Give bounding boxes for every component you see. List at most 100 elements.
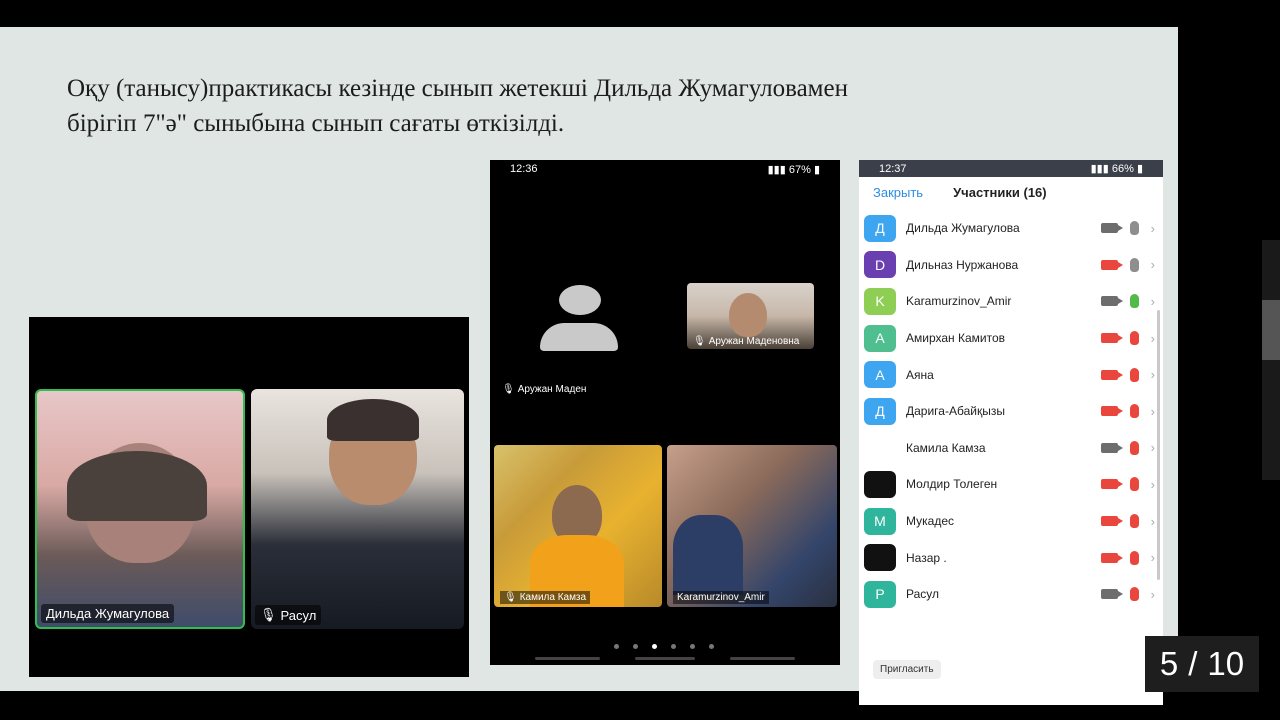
participants-list: Д Дильда Жумагулова › D Дильназ Нуржанова › K K…	[859, 210, 1163, 613]
chevron-right-icon: ›	[1150, 550, 1155, 566]
status-bar: 12:36 ▮▮▮ 67% ▮	[490, 160, 840, 178]
participant-row[interactable]: Р Расул ›	[859, 576, 1163, 613]
slide-heading: Оқу (танысу)практикасы кезінде сынып жет…	[67, 71, 1047, 141]
participant-avatar: Д	[864, 214, 896, 242]
video-off-icon	[1100, 259, 1123, 270]
page-counter: 5 / 10	[1145, 636, 1259, 692]
side-edge-highlight	[1262, 300, 1280, 360]
side-edge	[1262, 240, 1280, 480]
participant-name: Дарига-Абайқызы	[906, 404, 1005, 419]
battery-icon: ▮	[813, 163, 820, 176]
participant-row[interactable]: А Амирхан Камитов ›	[859, 320, 1163, 357]
participant-avatar: K	[864, 287, 896, 315]
participant-row[interactable]: M Мукадес ›	[859, 503, 1163, 540]
chevron-right-icon: ›	[1150, 513, 1155, 529]
zoom-call-screenshot: Дильда Жумагулова 🎙 Расул	[29, 317, 469, 677]
mic-off-icon	[1129, 404, 1139, 419]
chevron-right-icon: ›	[1150, 367, 1155, 383]
mic-icon	[1129, 221, 1139, 236]
video-thumb-2[interactable]: 🎙 Камила Камза	[494, 445, 662, 607]
video-off-icon	[1100, 479, 1123, 490]
page-current: 5	[1159, 645, 1179, 682]
signal-icon: ▮▮▮	[1090, 163, 1109, 175]
video-off-icon	[1100, 552, 1123, 563]
heading-line-1: Оқу (танысу)практикасы кезінде сынып жет…	[67, 75, 848, 102]
close-button[interactable]: Закрыть	[873, 185, 923, 200]
participant-row[interactable]: Камила Камза ›	[859, 430, 1163, 467]
phone-screenshot-participants: 12:37 ▮▮▮ 66% ▮ Закрыть Участники (16) Д…	[859, 160, 1163, 705]
video-thumb-3[interactable]: Karamurzinov_Amir	[667, 445, 837, 607]
battery-level: 66%	[1111, 163, 1134, 175]
muted-mic-icon: 🎙	[260, 607, 277, 622]
video-off-icon	[1100, 333, 1123, 344]
video-tile-teacher: Дильда Жумагулова	[35, 389, 245, 629]
chevron-right-icon: ›	[1150, 293, 1155, 309]
participant-name: Амирхан Камитов	[906, 331, 1006, 346]
video-tile-student: 🎙 Расул	[251, 389, 464, 629]
mic-off-icon	[1129, 550, 1139, 565]
page-dots[interactable]	[614, 644, 714, 649]
participant-avatar	[864, 470, 896, 498]
participant-avatar: Р	[864, 580, 896, 608]
participant-name: Дильда Жумагулова	[906, 221, 1020, 236]
default-avatar-icon	[540, 285, 618, 351]
battery-icon: ▮	[1136, 163, 1143, 175]
muted-mic-icon: 🎙	[504, 592, 517, 603]
mic-icon	[1129, 294, 1139, 309]
mic-off-icon	[1129, 514, 1139, 529]
participant-name: Назар .	[906, 550, 947, 565]
thumb-label: 🎙 Аружан Маденовна	[693, 336, 800, 347]
mic-off-icon	[1129, 331, 1139, 346]
participants-header: Закрыть Участники (16)	[859, 177, 1163, 207]
participant-avatar	[864, 544, 896, 572]
participants-title: Участники (16)	[953, 184, 1047, 200]
participant-row[interactable]: А Аяна ›	[859, 356, 1163, 393]
video-icon	[1100, 589, 1123, 600]
participant-row[interactable]: K Karamurzinov_Amir ›	[859, 283, 1163, 320]
tile-name-text: Расул	[280, 607, 317, 623]
participant-avatar: D	[864, 251, 896, 279]
battery-level: 67%	[788, 163, 811, 176]
participant-row[interactable]: Молдир Толеген ›	[859, 466, 1163, 503]
participant-avatar: Д	[864, 397, 896, 425]
big-tile-label: 🎙 Аружан Маден	[502, 384, 586, 395]
mic-icon	[1129, 257, 1139, 272]
hair-shape	[327, 399, 419, 441]
participant-name: Расул	[906, 587, 940, 602]
chevron-right-icon: ›	[1150, 403, 1155, 419]
mic-off-icon	[1129, 440, 1139, 455]
big-tile-name: Аружан Маден	[517, 384, 587, 395]
muted-mic-icon: 🎙	[693, 336, 706, 347]
participant-avatar	[864, 434, 896, 462]
participant-avatar: А	[864, 324, 896, 352]
participant-name: Молдир Толеген	[906, 477, 998, 492]
chevron-right-icon: ›	[1150, 440, 1155, 456]
participant-row[interactable]: Д Дильда Жумагулова ›	[859, 210, 1163, 247]
chevron-right-icon: ›	[1150, 330, 1155, 346]
video-thumb-1[interactable]: 🎙 Аружан Маденовна	[687, 283, 814, 349]
status-right: ▮▮▮ 66% ▮	[1091, 162, 1143, 175]
thumb-label: Karamurzinov_Amir	[673, 591, 769, 604]
participant-name: Дильназ Нуржанова	[906, 257, 1019, 272]
participant-name: Karamurzinov_Amir	[906, 294, 1012, 309]
scrollbar[interactable]	[1157, 310, 1160, 580]
slide: Оқу (танысу)практикасы кезінде сынып жет…	[0, 27, 1178, 705]
tile-name-student: 🎙 Расул	[255, 605, 322, 625]
participant-row[interactable]: Д Дарига-Абайқызы ›	[859, 393, 1163, 430]
heading-line-2: бірігіп 7"ә" сыныбына сынып сағаты өткіз…	[67, 110, 565, 137]
participant-name: Аяна	[906, 367, 934, 382]
signal-icon: ▮▮▮	[767, 163, 786, 176]
thumb-label: 🎙 Камила Камза	[500, 591, 591, 604]
invite-button[interactable]: Пригласить	[873, 660, 941, 679]
participant-row[interactable]: D Дильназ Нуржанова ›	[859, 247, 1163, 284]
chevron-right-icon: ›	[1150, 586, 1155, 602]
participant-row[interactable]: Назар . ›	[859, 539, 1163, 576]
tile-name-text: Дильда Жумагулова	[46, 606, 170, 621]
video-off-icon	[1100, 369, 1123, 380]
status-time: 12:37	[879, 162, 907, 175]
status-right: ▮▮▮ 67% ▮	[768, 163, 820, 176]
video-off-icon	[1100, 406, 1123, 417]
tile-name-teacher: Дильда Жумагулова	[41, 604, 175, 623]
chevron-right-icon: ›	[1150, 220, 1155, 236]
participant-avatar: А	[864, 361, 896, 389]
